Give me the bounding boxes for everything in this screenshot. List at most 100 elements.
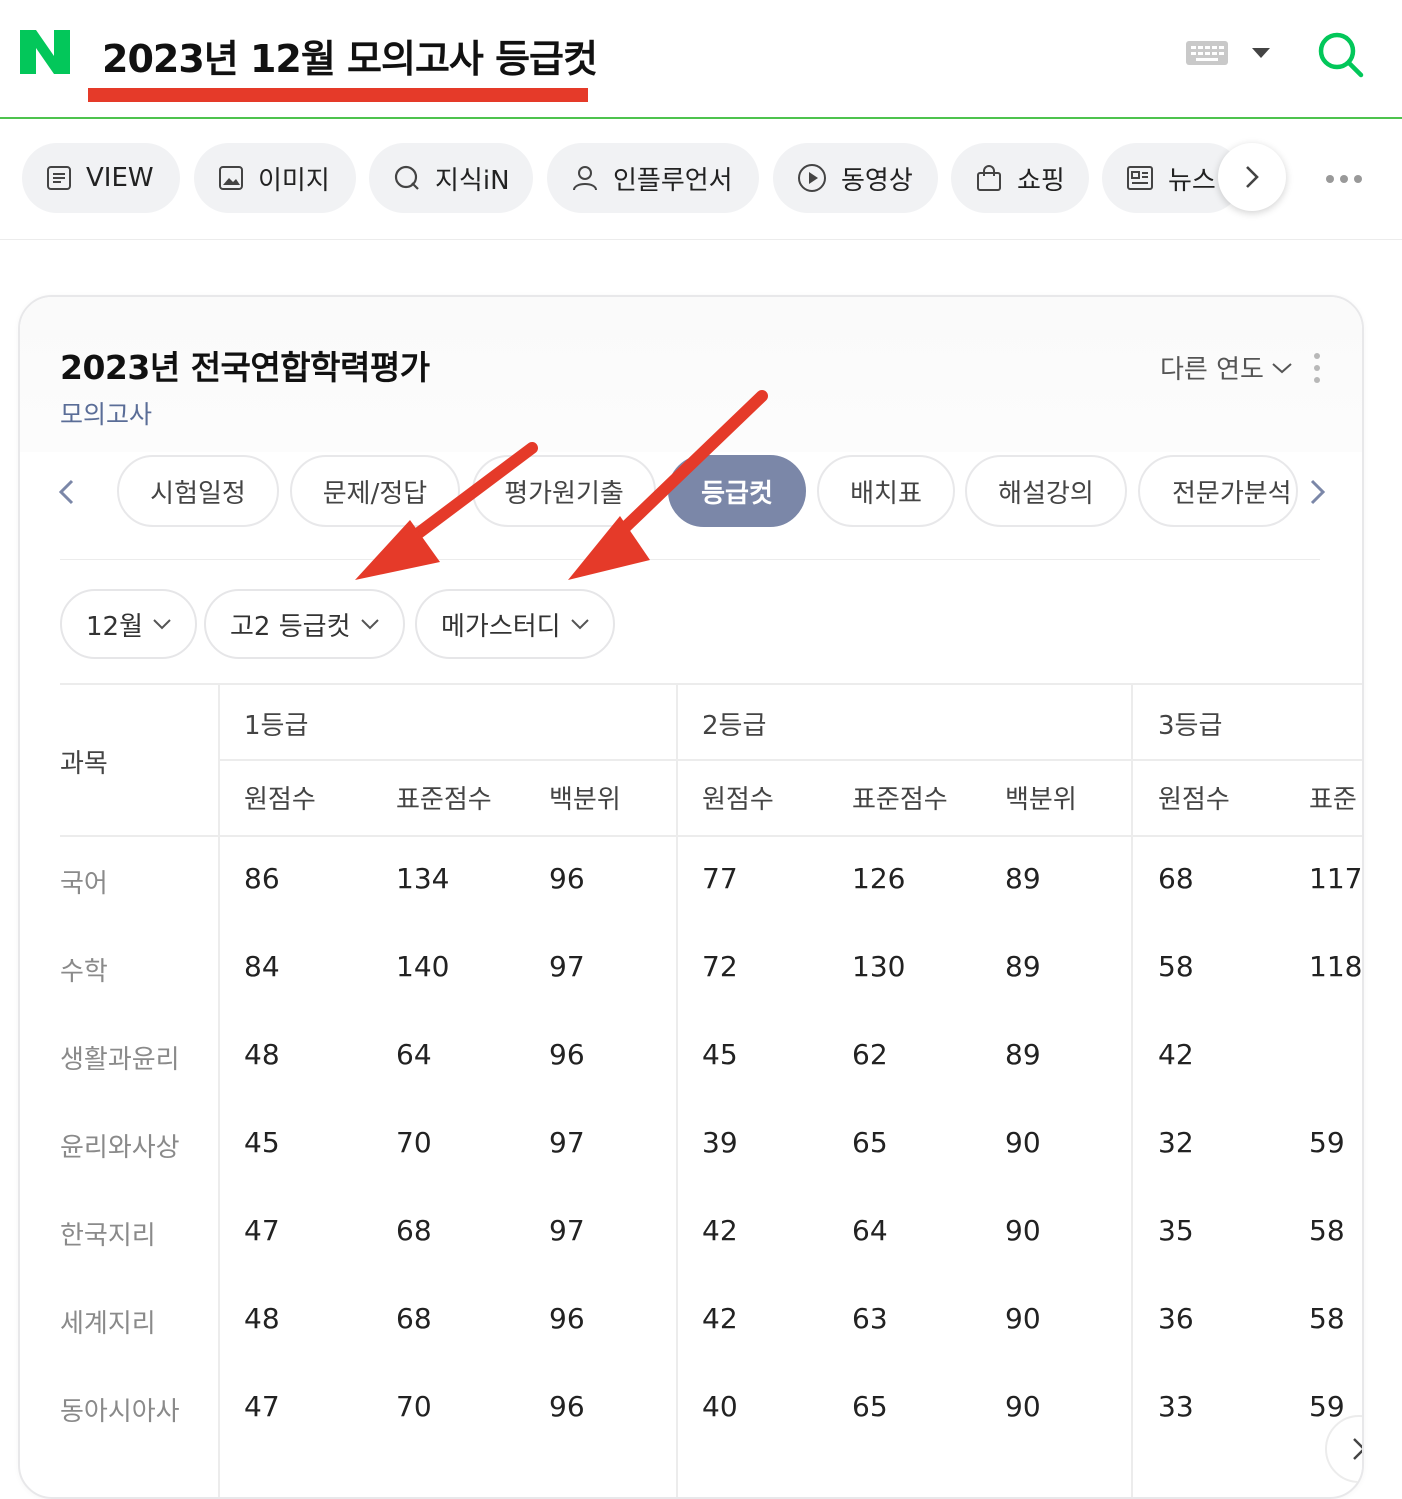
score-cell: 42 [1158, 1038, 1194, 1071]
filter-label: 메가스터디 [441, 611, 561, 642]
chevron-left-icon[interactable] [54, 477, 80, 507]
tab-view[interactable]: VIEW [22, 143, 180, 213]
subtab-lecture[interactable]: 해설강의 [965, 455, 1127, 527]
score-cell: 59 [1309, 1126, 1345, 1159]
subject-cell: 세계지리 [60, 1309, 156, 1339]
score-cell: 90 [1005, 1214, 1041, 1247]
score-cell: 59 [1309, 1390, 1345, 1423]
score-cell: 86 [244, 862, 280, 895]
score-cell: 97 [549, 1214, 585, 1247]
column-header: 원점수 [244, 785, 316, 815]
divider [60, 559, 1320, 560]
score-cell: 90 [1005, 1390, 1041, 1423]
table-border [60, 683, 1362, 685]
score-cell: 32 [1158, 1126, 1194, 1159]
score-cell: 89 [1005, 1038, 1041, 1071]
autocomplete-toggle-icon[interactable] [1252, 48, 1270, 58]
column-header: 원점수 [702, 785, 774, 815]
chevron-right-icon [1246, 166, 1259, 188]
filter-label: 12월 [86, 611, 144, 642]
score-cell: 97 [549, 1126, 585, 1159]
score-cell: 89 [1005, 950, 1041, 983]
score-cell: 63 [852, 1302, 888, 1335]
score-cell: 96 [549, 862, 585, 895]
score-cell: 64 [396, 1038, 432, 1071]
tab-label: VIEW [86, 163, 154, 193]
month-filter[interactable]: 12월 [60, 589, 198, 659]
score-cell: 47 [244, 1214, 280, 1247]
grade-filter[interactable]: 고2 등급컷 [204, 589, 405, 659]
tabs-next-button[interactable] [1218, 143, 1286, 211]
naver-logo[interactable] [20, 30, 70, 74]
card-header: 2023년 전국연합학력평가 모의고사 다른 연도 [20, 297, 1362, 452]
score-cell: 42 [702, 1302, 738, 1335]
year-select-label: 다른 연도 [1160, 355, 1264, 385]
score-cell: 36 [1158, 1302, 1194, 1335]
score-cell: 65 [852, 1390, 888, 1423]
tab-influencer[interactable]: 인플루언서 [547, 143, 759, 213]
card-menu-icon[interactable] [1314, 353, 1320, 383]
tab-video[interactable]: 동영상 [773, 143, 938, 213]
score-cell: 130 [852, 950, 906, 983]
newspaper-icon [1127, 166, 1153, 190]
chevron-right-icon [1353, 1438, 1362, 1460]
image-icon [219, 166, 243, 190]
subtab-grade-cut[interactable]: 등급컷 [668, 455, 806, 527]
subtab-analysis[interactable]: 전문가분석 [1138, 455, 1298, 527]
annotation-underline [88, 88, 588, 102]
score-cell: 90 [1005, 1126, 1041, 1159]
subject-cell: 윤리와사상 [60, 1133, 180, 1163]
score-cell: 65 [852, 1126, 888, 1159]
score-cell: 70 [396, 1390, 432, 1423]
subtab-past-exams[interactable]: 평가원기출 [472, 455, 656, 527]
year-select[interactable]: 다른 연도 [1160, 349, 1294, 386]
chevron-right-icon[interactable] [1304, 477, 1330, 507]
tab-shopping[interactable]: 쇼핑 [951, 143, 1089, 213]
score-cell: 62 [852, 1038, 888, 1071]
table-next-button[interactable] [1325, 1415, 1362, 1483]
grade-header: 2등급 [702, 711, 767, 741]
tab-label: 이미지 [258, 165, 330, 196]
chevron-down-icon [153, 619, 171, 630]
column-header: 표준 [1309, 785, 1357, 815]
q-search-icon [394, 165, 419, 190]
keyboard-icon[interactable] [1186, 41, 1228, 65]
column-header: 표준점수 [396, 785, 492, 815]
grade-cut-table: 과목 1등급 2등급 3등급 원점수 표준점수 백분위 원점수 표준점수 백분위 원점수 표준… [60, 683, 1363, 1497]
subtab-answers[interactable]: 문제/정답 [290, 455, 460, 527]
column-header: 표준점수 [852, 785, 948, 815]
search-icon[interactable] [1316, 30, 1364, 78]
score-cell: 96 [549, 1302, 585, 1335]
more-options-icon[interactable] [1326, 175, 1366, 183]
subject-cell: 국어 [60, 869, 108, 899]
score-cell: 35 [1158, 1214, 1194, 1247]
document-list-icon [47, 166, 71, 190]
card-title[interactable]: 2023년 전국연합학력평가 [60, 341, 430, 389]
score-cell: 68 [396, 1214, 432, 1247]
play-icon [798, 164, 826, 192]
score-cell: 42 [702, 1214, 738, 1247]
score-cell: 89 [1005, 862, 1041, 895]
source-filter[interactable]: 메가스터디 [415, 589, 615, 659]
table-border [676, 683, 678, 1497]
tab-label: 쇼핑 [1017, 165, 1065, 196]
search-query[interactable]: 2023년 12월 모의고사 등급컷 [102, 28, 598, 83]
score-cell: 118 [1309, 950, 1363, 983]
tab-image[interactable]: 이미지 [194, 143, 356, 213]
subtab-placement[interactable]: 배치표 [817, 455, 955, 527]
tab-kin[interactable]: 지식iN [369, 143, 533, 213]
chevron-down-icon [1272, 362, 1292, 373]
subject-cell: 동아시아사 [60, 1397, 180, 1427]
score-cell: 134 [396, 862, 450, 895]
subtab-schedule[interactable]: 시험일정 [117, 455, 279, 527]
tab-label: 인플루언서 [613, 165, 733, 196]
shopping-bag-icon [977, 165, 1001, 191]
chevron-down-icon [570, 619, 589, 630]
score-cell: 48 [244, 1302, 280, 1335]
person-icon [573, 166, 597, 191]
tab-label: 동영상 [841, 165, 913, 196]
score-cell: 117 [1309, 862, 1363, 895]
table-border [1131, 683, 1133, 1497]
column-header: 백분위 [1005, 785, 1077, 815]
score-cell: 70 [396, 1126, 432, 1159]
